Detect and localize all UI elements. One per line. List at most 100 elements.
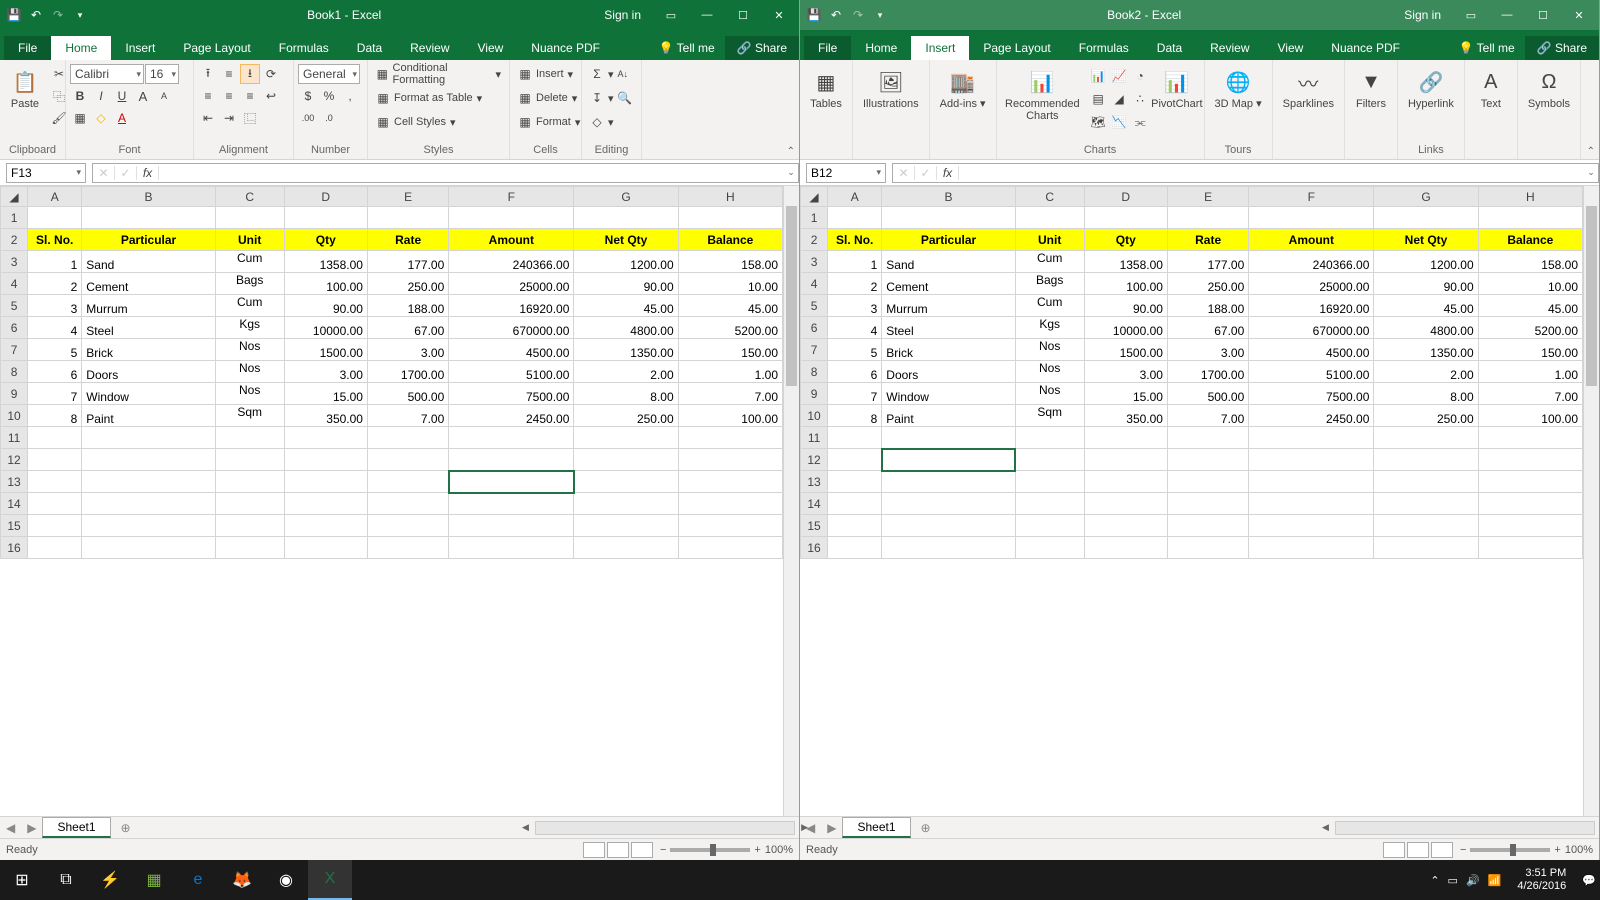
insert-cell-button[interactable]: ▦Insert ▾ xyxy=(514,64,584,84)
currency-button[interactable]: $ xyxy=(298,86,318,106)
row-header[interactable]: 11 xyxy=(801,427,828,449)
col-header[interactable]: E xyxy=(367,187,448,207)
map-chart-button[interactable]: 🗺 xyxy=(1088,112,1108,132)
row-header[interactable]: 3 xyxy=(801,251,828,273)
tables-button[interactable]: ▦Tables xyxy=(804,64,848,112)
col-header[interactable]: G xyxy=(574,187,678,207)
row-header[interactable]: 16 xyxy=(1,537,28,559)
fx-icon[interactable]: fx xyxy=(937,166,959,180)
font-grow-button[interactable]: A xyxy=(133,86,153,106)
tab-home[interactable]: Home xyxy=(51,36,111,60)
align-middle-button[interactable]: ≡ xyxy=(219,64,239,84)
tab-nuance-pdf[interactable]: Nuance PDF xyxy=(1317,36,1414,60)
sign-in-link[interactable]: Sign in xyxy=(594,8,651,22)
enter-formula-icon[interactable]: ✓ xyxy=(915,166,937,180)
row-header[interactable]: 12 xyxy=(801,449,828,471)
decimal-inc-button[interactable]: .00 xyxy=(298,108,318,128)
tray-battery-icon[interactable]: ▭ xyxy=(1448,874,1458,887)
undo-icon[interactable]: ↶ xyxy=(828,7,844,23)
col-header[interactable]: E xyxy=(1167,187,1248,207)
col-header[interactable]: G xyxy=(1374,187,1478,207)
row-header[interactable]: 7 xyxy=(801,339,828,361)
col-header[interactable]: B xyxy=(882,187,1015,207)
row-header[interactable]: 14 xyxy=(801,493,828,515)
normal-view-button[interactable] xyxy=(583,842,605,858)
autosum-button[interactable]: Σ▾ A↓ xyxy=(586,64,636,84)
collapse-ribbon-icon[interactable]: ⌃ xyxy=(787,146,795,157)
clear-button[interactable]: ◇▾ xyxy=(586,112,636,132)
row-header[interactable]: 6 xyxy=(801,317,828,339)
zoom-in-button[interactable]: + xyxy=(1554,844,1560,856)
minimize-icon[interactable]: — xyxy=(1491,0,1523,30)
tab-page-layout[interactable]: Page Layout xyxy=(969,36,1064,60)
fx-icon[interactable]: fx xyxy=(137,166,159,180)
align-center-button[interactable]: ≡ xyxy=(219,86,239,106)
row-header[interactable]: 9 xyxy=(801,383,828,405)
tab-file[interactable]: File xyxy=(4,36,51,60)
row-header[interactable]: 8 xyxy=(1,361,28,383)
row-header[interactable]: 4 xyxy=(801,273,828,295)
format-cell-button[interactable]: ▦Format ▾ xyxy=(514,112,584,132)
ribbon-display-icon[interactable]: ▭ xyxy=(655,0,687,30)
zoom-slider[interactable] xyxy=(670,848,750,852)
col-header[interactable]: A xyxy=(28,187,82,207)
col-header[interactable]: C xyxy=(215,187,284,207)
zoom-level[interactable]: 100% xyxy=(765,844,793,856)
col-header[interactable]: B xyxy=(82,187,215,207)
font-name-dropdown[interactable]: Calibri xyxy=(70,64,144,84)
minimize-icon[interactable]: — xyxy=(691,0,723,30)
pivotchart-button[interactable]: 📊PivotChart xyxy=(1154,64,1199,112)
tell-me-search[interactable]: 💡 Tell me xyxy=(649,36,725,60)
merge-button[interactable]: ⿺ xyxy=(240,108,260,128)
maximize-icon[interactable]: ☐ xyxy=(727,0,759,30)
col-header[interactable]: D xyxy=(1084,187,1167,207)
recommended-charts-button[interactable]: 📊Recommended Charts xyxy=(1001,64,1085,124)
row-header[interactable]: 12 xyxy=(1,449,28,471)
spreadsheet-grid[interactable]: ◢ABCDEFGH12Sl. No.ParticularUnitQtyRateA… xyxy=(800,186,1583,816)
tab-insert[interactable]: Insert xyxy=(911,36,969,60)
close-icon[interactable]: ✕ xyxy=(1563,0,1595,30)
tab-insert[interactable]: Insert xyxy=(111,36,169,60)
zoom-slider[interactable] xyxy=(1470,848,1550,852)
firefox-icon[interactable]: 🦊 xyxy=(220,860,264,900)
share-button[interactable]: 🔗 Share xyxy=(725,36,799,60)
orientation-button[interactable]: ⟳ xyxy=(261,64,281,84)
horizontal-scrollbar[interactable] xyxy=(535,821,795,835)
row-header[interactable]: 9 xyxy=(1,383,28,405)
row-header[interactable]: 5 xyxy=(1,295,28,317)
bar-chart-button[interactable]: ▤ xyxy=(1088,89,1108,109)
excel-taskbar-icon[interactable]: X xyxy=(308,860,352,900)
row-header[interactable]: 7 xyxy=(1,339,28,361)
scatter-chart-button[interactable]: ∴ xyxy=(1130,89,1150,109)
page-layout-view-button[interactable] xyxy=(1407,842,1429,858)
start-button[interactable]: ⊞ xyxy=(0,860,44,900)
row-header[interactable]: 1 xyxy=(801,207,828,229)
tab-view[interactable]: View xyxy=(1264,36,1318,60)
pie-chart-button[interactable]: ◔ xyxy=(1130,66,1150,86)
col-header[interactable]: H xyxy=(678,187,782,207)
select-all-cell[interactable]: ◢ xyxy=(801,187,828,207)
font-color-button[interactable]: A xyxy=(112,108,132,128)
italic-button[interactable]: I xyxy=(91,86,111,106)
row-header[interactable]: 2 xyxy=(1,229,28,251)
tab-review[interactable]: Review xyxy=(396,36,463,60)
tell-me-search[interactable]: 💡 Tell me xyxy=(1449,36,1525,60)
windows-taskbar[interactable]: ⊞ ⧉ ⚡ ▦ e 🦊 ◉ X ⌃ ▭ 🔊 📶 3:51 PM4/26/2016… xyxy=(0,860,1600,900)
ribbon-display-icon[interactable]: ▭ xyxy=(1455,0,1487,30)
col-header[interactable]: H xyxy=(1478,187,1582,207)
horizontal-scrollbar[interactable] xyxy=(1335,821,1595,835)
line-chart-button[interactable]: 📈 xyxy=(1109,66,1129,86)
vertical-scrollbar[interactable] xyxy=(1583,186,1599,816)
tab-page-layout[interactable]: Page Layout xyxy=(169,36,264,60)
zoom-in-button[interactable]: + xyxy=(754,844,760,856)
tray-notifications-icon[interactable]: 💬 xyxy=(1582,874,1596,887)
spreadsheet-grid[interactable]: ◢ABCDEFGH12Sl. No.ParticularUnitQtyRateA… xyxy=(0,186,783,816)
zoom-out-button[interactable]: − xyxy=(1460,844,1466,856)
row-header[interactable]: 16 xyxy=(801,537,828,559)
redo-icon[interactable]: ↷ xyxy=(50,7,66,23)
col-header[interactable]: F xyxy=(449,187,574,207)
3d-map-button[interactable]: 🌐3D Map ▾ xyxy=(1209,64,1268,112)
bold-button[interactable]: B xyxy=(70,86,90,106)
col-header[interactable]: C xyxy=(1015,187,1084,207)
cancel-formula-icon[interactable]: ✕ xyxy=(93,166,115,180)
